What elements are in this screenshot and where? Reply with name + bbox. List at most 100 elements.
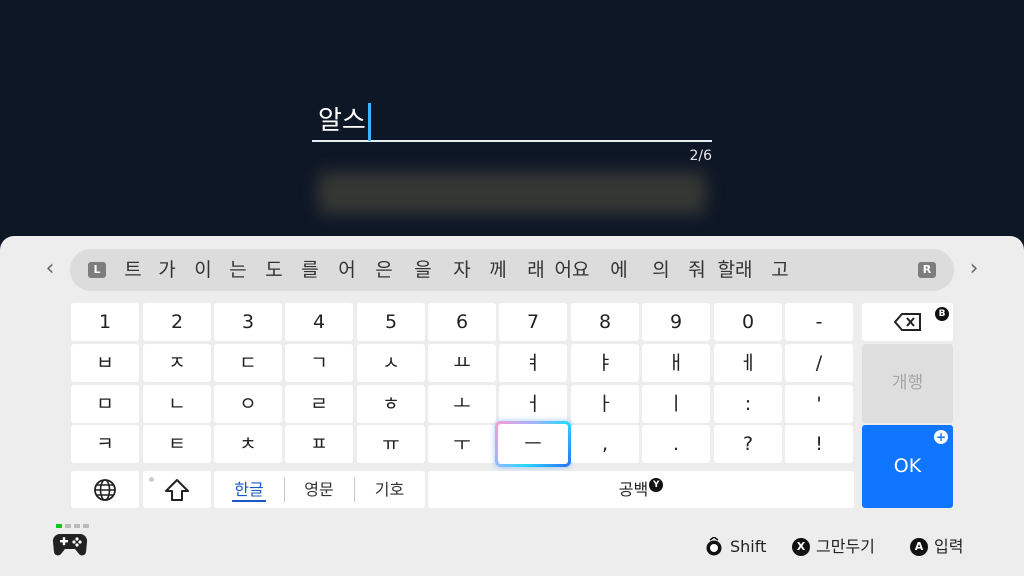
mode-separator	[284, 477, 285, 502]
mode-symbols[interactable]: 기호	[354, 471, 425, 509]
globe-icon	[94, 479, 116, 501]
key[interactable]: ㄱ	[285, 344, 353, 382]
key[interactable]: :	[714, 385, 782, 423]
key[interactable]: 5	[357, 303, 425, 341]
chevron-right-icon[interactable]: ›	[960, 254, 988, 284]
key[interactable]: ㅜ	[428, 425, 496, 463]
key[interactable]: ㅅ	[357, 344, 425, 382]
prediction-word[interactable]: 가	[158, 249, 175, 291]
key[interactable]: ㅌ	[143, 425, 211, 463]
key[interactable]: 1	[71, 303, 139, 341]
key[interactable]: ㅐ	[642, 344, 710, 382]
key[interactable]: 3	[214, 303, 282, 341]
key[interactable]: ㄹ	[285, 385, 353, 423]
prediction-word[interactable]: 줘	[688, 249, 705, 291]
prediction-word[interactable]: 께	[489, 249, 506, 291]
key[interactable]: ㅏ	[571, 385, 639, 423]
prediction-word[interactable]: 어	[338, 249, 355, 291]
key[interactable]: ㅗ	[428, 385, 496, 423]
key[interactable]: ㅋ	[71, 425, 139, 463]
mode-hangul[interactable]: 한글	[214, 471, 284, 509]
key[interactable]: ㄴ	[143, 385, 211, 423]
player-dot	[83, 524, 89, 528]
key[interactable]: 4	[285, 303, 353, 341]
shift-arrow-icon	[165, 479, 189, 501]
cancel-hint: X 그만두기	[792, 536, 875, 558]
key[interactable]: ,	[571, 425, 639, 463]
key[interactable]: /	[785, 344, 853, 382]
key[interactable]: 8	[571, 303, 639, 341]
key[interactable]: ㅑ	[571, 344, 639, 382]
key[interactable]: ㅕ	[499, 344, 567, 382]
key[interactable]: ㅂ	[71, 344, 139, 382]
stick-press-icon	[706, 537, 722, 556]
prediction-bar: L R 트 가 이 는 도 를 어 은 을 자 께 래 어요 에 의 줘 할래 고	[70, 249, 954, 291]
text-input-area: 알스 2/6	[312, 96, 712, 164]
key[interactable]: .	[642, 425, 710, 463]
shift-button[interactable]	[143, 471, 211, 508]
chevron-left-icon[interactable]: ‹	[36, 254, 64, 284]
key[interactable]: ㅡ	[495, 421, 571, 467]
ok-button[interactable]: OK +	[862, 425, 953, 508]
key[interactable]: ㅈ	[143, 344, 211, 382]
prediction-word[interactable]: 래	[527, 249, 544, 291]
key[interactable]: 0	[714, 303, 782, 341]
keyboard-panel: ‹ › L R 트 가 이 는 도 를 어 은 을 자 께 래 어요 에 의 줘 할래 고 1234567890-…	[0, 236, 1024, 576]
key[interactable]: 9	[642, 303, 710, 341]
key[interactable]: ㅓ	[499, 385, 567, 423]
key[interactable]: ㄷ	[214, 344, 282, 382]
key[interactable]: ㅊ	[214, 425, 282, 463]
cancel-hint-label: 그만두기	[816, 537, 875, 556]
prediction-word[interactable]: 트	[124, 249, 141, 291]
player-dot-active	[56, 524, 62, 528]
mode-english[interactable]: 영문	[284, 471, 354, 509]
prediction-word[interactable]: 은	[375, 249, 392, 291]
prediction-word[interactable]: 도	[265, 249, 282, 291]
newline-button[interactable]: 개행	[862, 344, 953, 423]
enter-hint-label: 입력	[934, 537, 964, 556]
key[interactable]: ㅔ	[714, 344, 782, 382]
l-button-icon: L	[88, 262, 106, 278]
key[interactable]: ㅣ	[642, 385, 710, 423]
input-mode-selector: 한글 영문 기호	[214, 471, 425, 508]
prediction-word[interactable]: 의	[652, 249, 669, 291]
key[interactable]: 6	[428, 303, 496, 341]
backspace-button[interactable]: B	[862, 303, 953, 341]
player-indicator	[56, 524, 89, 528]
prediction-word[interactable]: 이	[194, 249, 211, 291]
prediction-word[interactable]: 를	[301, 249, 318, 291]
language-button[interactable]	[71, 471, 139, 508]
key[interactable]: !	[785, 425, 853, 463]
key[interactable]: ㅍ	[285, 425, 353, 463]
prediction-word[interactable]: 을	[414, 249, 431, 291]
key[interactable]: ㅠ	[357, 425, 425, 463]
prediction-word[interactable]: 에	[610, 249, 627, 291]
key[interactable]: ㅇ	[214, 385, 282, 423]
backspace-icon	[893, 313, 921, 331]
shift-hint-label: Shift	[730, 537, 767, 556]
key[interactable]: ㅛ	[428, 344, 496, 382]
prediction-word[interactable]: 자	[453, 249, 470, 291]
space-button[interactable]: 공백 Y	[428, 471, 854, 508]
key[interactable]: '	[785, 385, 853, 423]
key[interactable]: ㅁ	[71, 385, 139, 423]
prediction-word[interactable]: 어요	[555, 249, 590, 291]
key[interactable]: 7	[499, 303, 567, 341]
prediction-word[interactable]: 할래	[718, 249, 753, 291]
b-button-icon: B	[935, 307, 949, 321]
text-input[interactable]: 알스	[312, 96, 712, 142]
r-button-icon: R	[918, 262, 936, 278]
key[interactable]: 2	[143, 303, 211, 341]
space-label: 공백	[618, 480, 649, 499]
key[interactable]: ㅎ	[357, 385, 425, 423]
a-button-icon: A	[910, 538, 928, 556]
prediction-word[interactable]: 고	[771, 249, 788, 291]
key[interactable]: -	[785, 303, 853, 341]
player-dot	[65, 524, 71, 528]
blurred-suggestion	[318, 172, 706, 214]
prediction-word[interactable]: 는	[229, 249, 246, 291]
shift-hint: Shift	[704, 536, 766, 558]
ok-label: OK	[893, 455, 922, 477]
active-mode-underline	[232, 500, 266, 502]
key[interactable]: ?	[714, 425, 782, 463]
